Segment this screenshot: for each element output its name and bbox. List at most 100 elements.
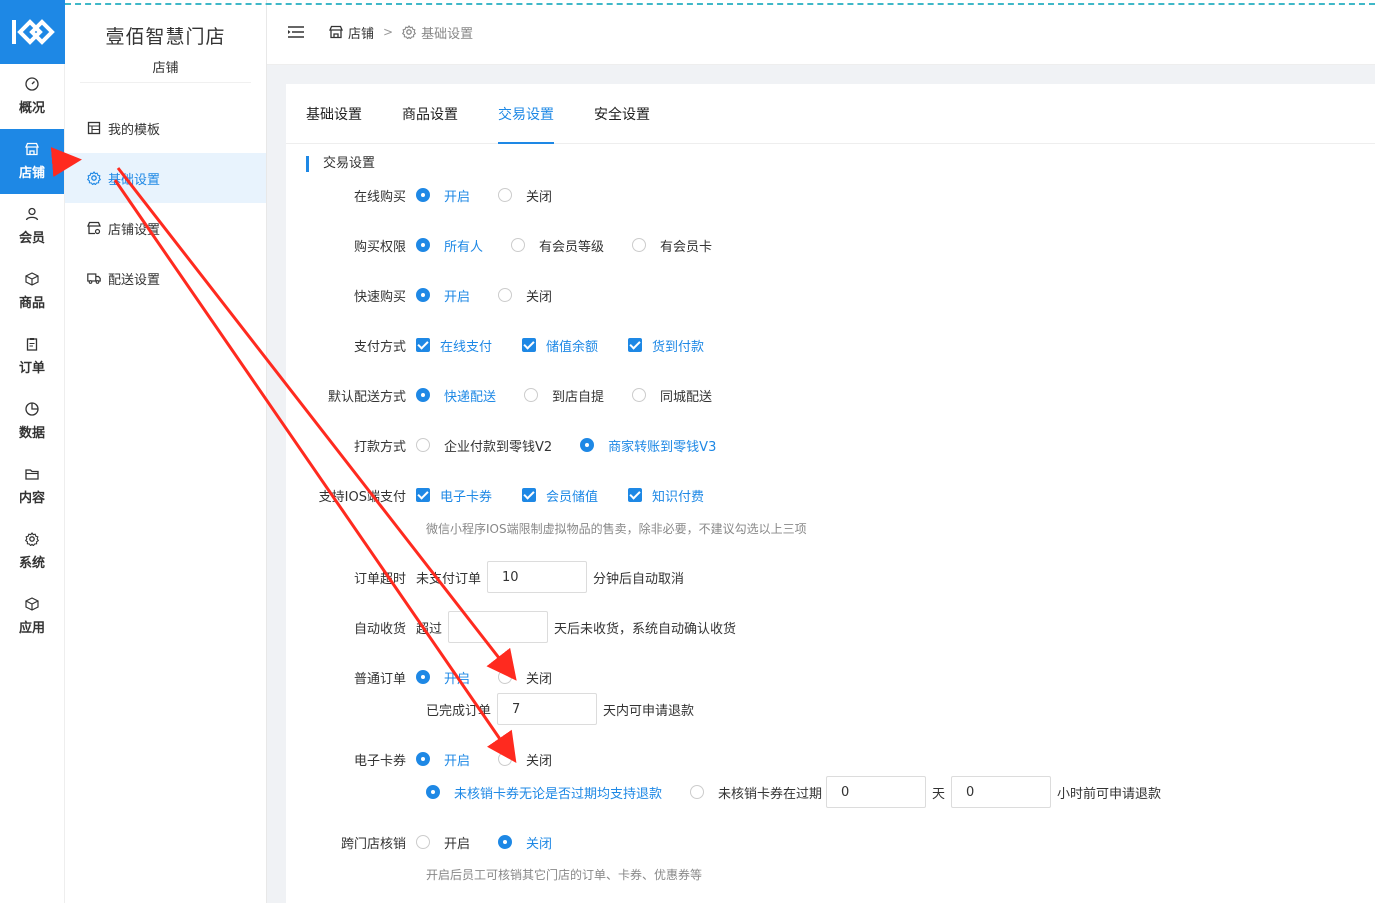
checkbox-balance[interactable]: 储值余额 (522, 336, 598, 355)
auto-receive-input[interactable] (448, 611, 549, 643)
radio-delivery-local[interactable]: 同城配送 (632, 386, 712, 405)
checkbox-online-pay[interactable]: 在线支付 (416, 336, 492, 355)
radio-permission-level[interactable]: 有会员等级 (511, 236, 604, 255)
radio-online-buy-on[interactable]: 开启 (416, 186, 470, 205)
field-label: 自动收货 (353, 621, 406, 637)
submenu-item-basic-settings[interactable]: 基础设置 (65, 153, 266, 203)
radio-ecard-on[interactable]: 开启 (416, 750, 470, 769)
field-label: 支付方式 (353, 339, 406, 355)
radio-online-buy-off[interactable]: 关闭 (498, 186, 552, 205)
auto-receive-suffix: 天后未收货，系统自动确认收货 (554, 621, 737, 637)
order-timeout-input[interactable]: 10 (487, 561, 588, 593)
radio-normal-order-on[interactable]: 开启 (416, 668, 470, 687)
row-ecard: 电子卡券 开启 关闭 (286, 749, 580, 769)
ecard-hours-suffix: 小时前可申请退款 (1057, 786, 1162, 802)
radio-delivery-pickup[interactable]: 到店自提 (524, 386, 604, 405)
nav-member[interactable]: 会员 (0, 194, 64, 259)
submenu-label: 配送设置 (108, 272, 161, 288)
store-name: 壹佰智慧门店 (105, 26, 226, 48)
gear-icon (402, 25, 417, 39)
radio-ecard-off[interactable]: 关闭 (498, 750, 552, 769)
secondary-menu: 壹佰智慧门店 店铺 我的模板 基础设置 店铺设置 配送设置 (65, 0, 267, 903)
folder-icon (25, 469, 39, 480)
tab-trade[interactable]: 交易设置 (498, 84, 554, 144)
user-icon (25, 207, 39, 221)
breadcrumb-store[interactable]: 店铺 (329, 23, 374, 42)
checkbox-ios-knowledge[interactable]: 知识付费 (628, 486, 704, 505)
radio-permission-all[interactable]: 所有人 (416, 236, 483, 255)
nav-label: 概况 (18, 101, 45, 116)
main-content: 基础设置 商品设置 交易设置 安全设置 交易设置 在线购买 开启 关闭 购买权限… (286, 84, 1375, 903)
field-label: 购买权限 (353, 239, 406, 255)
nav-label: 应用 (18, 621, 45, 636)
nav-system[interactable]: 系统 (0, 519, 64, 584)
logo-icon (11, 19, 55, 45)
cross-store-hint: 开启后员工可核销其它门店的订单、卡券、优惠券等 (426, 868, 703, 882)
radio-normal-order-off[interactable]: 关闭 (498, 668, 552, 687)
submenu-item-delivery-settings[interactable]: 配送设置 (65, 253, 266, 303)
ecard-hours-input[interactable]: 0 (951, 776, 1052, 808)
nav-goods[interactable]: 商品 (0, 259, 64, 324)
ecard-days-input[interactable]: 0 (826, 776, 927, 808)
radio-cross-store-off[interactable]: 关闭 (498, 833, 552, 852)
nav-content[interactable]: 内容 (0, 454, 64, 519)
radio-cross-store-on[interactable]: 开启 (416, 833, 470, 852)
field-label: 跨门店核销 (340, 836, 406, 852)
submenu-item-my-template[interactable]: 我的模板 (65, 103, 266, 153)
normal-refund-days-input[interactable]: 7 (497, 693, 598, 725)
breadcrumb-label: 店铺 (348, 26, 375, 42)
order-timeout-prefix: 未支付订单 (416, 571, 482, 587)
row-payment: 支付方式 在线支付 储值余额 货到付款 (286, 335, 734, 355)
clipboard-icon (26, 338, 38, 351)
nav-label: 内容 (18, 491, 45, 506)
radio-payout-v3[interactable]: 商家转账到零钱V3 (580, 436, 716, 455)
row-payout: 打款方式 企业付款到零钱V2 商家转账到零钱V3 (286, 435, 744, 455)
nav-label: 商品 (18, 296, 45, 311)
tab-basic[interactable]: 基础设置 (306, 84, 362, 144)
field-label: 支持IOS端支付 (318, 489, 406, 505)
nav-overview[interactable]: 概况 (0, 64, 64, 129)
field-label: 快速购买 (353, 289, 406, 305)
field-label: 电子卡券 (353, 753, 406, 769)
box-icon (25, 272, 39, 286)
ecard-days-unit: 天 (932, 786, 946, 802)
radio-permission-card[interactable]: 有会员卡 (632, 236, 712, 255)
section-title: 交易设置 (306, 156, 375, 172)
top-dashed-line (65, 3, 1375, 5)
store-settings-icon (87, 221, 101, 235)
radio-delivery-express[interactable]: 快递配送 (416, 386, 496, 405)
radio-quick-buy-on[interactable]: 开启 (416, 286, 470, 305)
top-header: 店铺 > 基础设置 (267, 0, 1375, 65)
store-icon (329, 25, 343, 39)
checkbox-cod[interactable]: 货到付款 (628, 336, 704, 355)
nav-label: 会员 (18, 231, 45, 246)
submenu-label: 基础设置 (108, 172, 161, 188)
nav-order[interactable]: 订单 (0, 324, 64, 389)
row-buy-permission: 购买权限 所有人 有会员等级 有会员卡 (286, 235, 740, 255)
cube-icon (25, 597, 39, 611)
ios-pay-hint: 微信小程序IOS端限制虚拟物品的售卖，除非必要，不建议勾选以上三项 (426, 522, 807, 536)
submenu-item-store-settings[interactable]: 店铺设置 (65, 203, 266, 253)
pie-chart-icon (25, 402, 39, 416)
normal-refund-suffix: 天内可申请退款 (603, 703, 695, 719)
tab-goods[interactable]: 商品设置 (402, 84, 458, 144)
nav-apps[interactable]: 应用 (0, 584, 64, 649)
radio-ecard-refund-always[interactable]: 未核销卡券无论是否过期均支持退款 (426, 783, 662, 802)
nav-data[interactable]: 数据 (0, 389, 64, 454)
checkbox-ios-ecard[interactable]: 电子卡券 (416, 486, 492, 505)
radio-quick-buy-off[interactable]: 关闭 (498, 286, 552, 305)
radio-ecard-refund-before-expiry[interactable]: 未核销卡券在过期 (690, 783, 822, 802)
nav-store[interactable]: 店铺 (0, 129, 64, 194)
field-label: 打款方式 (353, 439, 406, 455)
checkbox-ios-stored[interactable]: 会员储值 (522, 486, 598, 505)
app-logo[interactable] (0, 0, 65, 64)
tab-security[interactable]: 安全设置 (594, 84, 650, 144)
radio-payout-v2[interactable]: 企业付款到零钱V2 (416, 436, 552, 455)
truck-icon (87, 273, 101, 284)
dashboard-icon (25, 77, 39, 91)
nav-label: 数据 (18, 426, 45, 441)
nav-label: 店铺 (18, 166, 45, 181)
field-label: 订单超时 (353, 571, 406, 587)
submenu-label: 我的模板 (108, 122, 161, 138)
menu-toggle-icon[interactable] (287, 25, 305, 39)
